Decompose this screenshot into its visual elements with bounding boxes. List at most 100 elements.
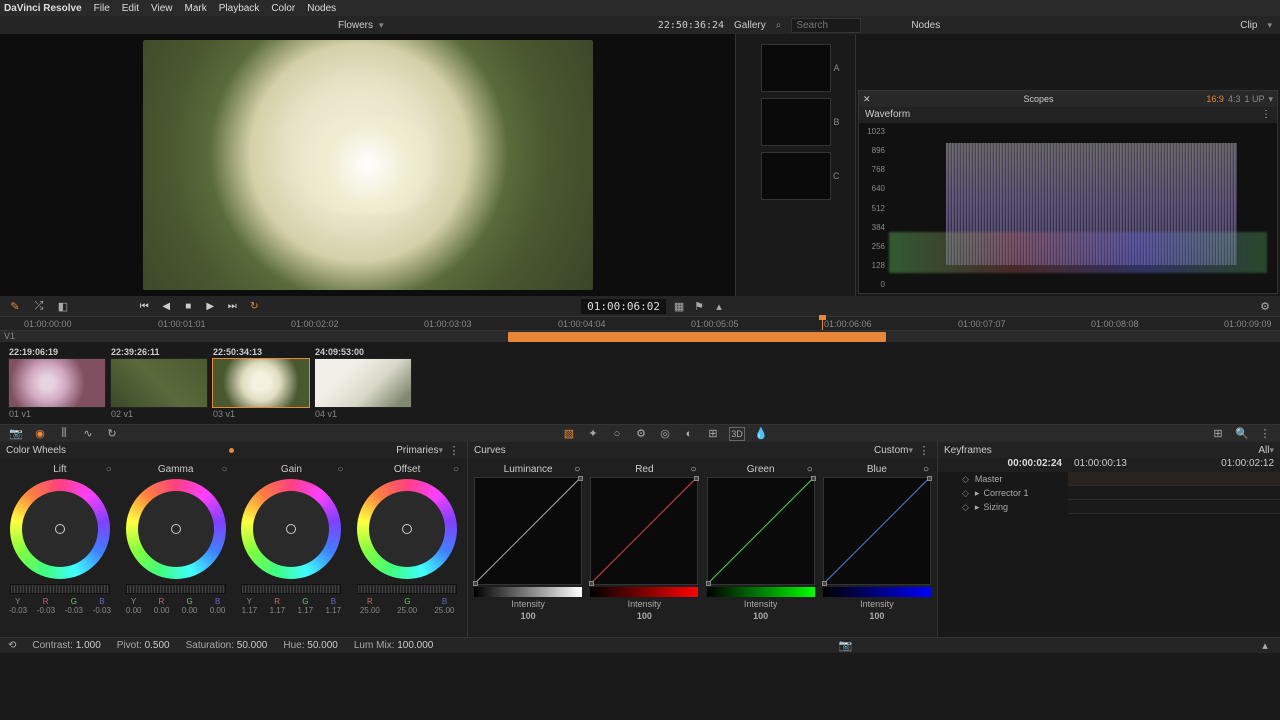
reset-icon[interactable]: ○ [106,464,112,475]
curve-handle[interactable] [473,581,478,586]
color-wheels-icon[interactable]: ◉ [32,427,48,441]
intensity-value[interactable]: 100 [521,611,536,621]
menu-edit[interactable]: Edit [122,3,139,14]
curve-handle[interactable] [706,581,711,586]
clip-thumb[interactable]: 22:19:06:19 01 v1 [8,346,106,420]
menu-icon[interactable]: ⋮ [917,443,931,457]
color-wheel-lift[interactable] [10,479,110,579]
bars-icon[interactable]: ⫼ [56,427,72,441]
curve-editor-blue[interactable] [823,477,931,585]
chevron-down-icon[interactable]: ▾ [1269,445,1274,456]
curve-handle[interactable] [589,581,594,586]
menu-color[interactable]: Color [271,3,295,14]
scope-menu-icon[interactable]: ⋮ [1261,109,1271,121]
drop-icon[interactable]: 💧 [753,427,769,441]
chevron-down-icon[interactable]: ▾ [438,445,443,456]
wipe-icon[interactable]: ◧ [56,299,70,313]
gradient-bar[interactable] [707,587,815,597]
curve-editor-green[interactable] [707,477,815,585]
nodes-label[interactable]: Nodes [911,20,940,31]
blur-icon[interactable]: ◐ [681,427,697,441]
grid-icon[interactable]: ⊞ [1210,427,1226,441]
gallery-label[interactable]: Gallery [734,20,766,31]
jog-wheel[interactable] [126,584,226,594]
pivot-field[interactable]: Pivot: 0.500 [117,640,170,651]
link-icon[interactable]: ○ [574,464,580,475]
menu-file[interactable]: File [94,3,110,14]
keyframe-diamond-icon[interactable]: ◇ [962,502,969,512]
wheel-handle[interactable] [286,524,296,534]
reset-icon[interactable]: ○ [221,464,227,475]
prev-clip-button[interactable]: ⏮ [136,299,152,313]
aspect-43[interactable]: 4:3 [1228,94,1241,105]
curves-icon[interactable]: ∿ [80,427,96,441]
hue-field[interactable]: Hue: 50.000 [283,640,338,651]
intensity-value[interactable]: 100 [637,611,652,621]
expand-icon[interactable]: ▴ [1258,639,1272,653]
reset-icon[interactable]: ○ [453,464,459,475]
timeline-clip[interactable] [508,332,886,342]
zoom-icon[interactable]: 🔍 [1234,427,1250,441]
reset-icon[interactable]: ○ [337,464,343,475]
scope-layout[interactable]: 1 UP [1244,94,1264,105]
channel-values[interactable]: 0.000.000.000.00 [120,606,232,615]
expand-icon[interactable]: ▸ [975,502,980,512]
play-button[interactable]: ▶ [202,299,218,313]
contrast-field[interactable]: Contrast: 1.000 [32,640,100,651]
link-icon[interactable]: ○ [690,464,696,475]
timeline-track[interactable]: V1 [0,330,1280,342]
waveform-scope[interactable]: 10238967686405123842561280 [859,123,1277,293]
refresh-icon[interactable]: ↻ [104,427,120,441]
flag-icon[interactable]: ⚑ [692,299,706,313]
gallery-slot-a[interactable]: A [761,44,831,92]
clip-thumb[interactable]: 22:39:26:11 02 v1 [110,346,208,420]
timeline-ruler[interactable]: 01:00:00:00 01:00:01:01 01:00:02:02 01:0… [0,316,1280,330]
gradient-bar[interactable] [474,587,582,597]
search-input[interactable] [791,18,861,33]
color-wheel-gain[interactable] [241,479,341,579]
color-wheel-offset[interactable] [357,479,457,579]
curve-editor-red[interactable] [590,477,698,585]
marker-icon[interactable]: ▴ [712,299,726,313]
keyframe-track[interactable]: ◇Master [938,472,1280,486]
snapshot-icon[interactable]: 📷 [839,639,853,653]
link-icon[interactable]: ○ [807,464,813,475]
channel-values[interactable]: 25.0025.0025.00 [351,606,463,615]
keyframes-mode[interactable]: All [1258,445,1269,456]
stop-button[interactable]: ■ [180,299,196,313]
close-icon[interactable]: ✕ [863,94,871,105]
clip-dropdown[interactable]: Clip [1240,20,1257,31]
keyframe-track[interactable]: ◇▸Sizing [938,500,1280,514]
jog-wheel[interactable] [357,584,457,594]
menu-view[interactable]: View [151,3,173,14]
menu-nodes[interactable]: Nodes [307,3,336,14]
gear-icon[interactable]: ⚙ [633,427,649,441]
clip-thumb[interactable]: 22:50:34:13 03 v1 [212,346,310,420]
loop-button[interactable]: ↻ [246,299,262,313]
gallery-slot-c[interactable]: C [761,152,831,200]
nodes-canvas[interactable] [856,34,1280,88]
picker-icon[interactable]: ✎ [8,299,22,313]
curve-handle[interactable] [578,476,583,481]
curves-mode-dropdown[interactable]: Custom [874,445,908,456]
curve-handle[interactable] [822,581,827,586]
primaries-dropdown[interactable]: Primaries [396,445,438,456]
intensity-value[interactable]: 100 [869,611,884,621]
keyframe-diamond-icon[interactable]: ◇ [962,474,969,484]
gradient-bar[interactable] [590,587,698,597]
keyframe-diamond-icon[interactable]: ◇ [962,488,969,498]
window-icon[interactable]: ○ [609,427,625,441]
color-wheel-gamma[interactable] [126,479,226,579]
key-icon[interactable]: ⊞ [705,427,721,441]
clip-thumb[interactable]: 24:09:53:00 04 v1 [314,346,412,420]
expand-icon[interactable]: ▸ [975,488,980,498]
scope-type[interactable]: Waveform [865,109,910,121]
jog-wheel[interactable] [241,584,341,594]
saturation-field[interactable]: Saturation: 50.000 [186,640,268,651]
next-clip-button[interactable]: ⏭ [224,299,240,313]
jog-wheel[interactable] [10,584,110,594]
settings-icon[interactable]: ⚙ [1258,299,1272,313]
project-dropdown[interactable]: Flowers ▾ [338,20,384,31]
curve-handle[interactable] [811,476,816,481]
intensity-value[interactable]: 100 [753,611,768,621]
